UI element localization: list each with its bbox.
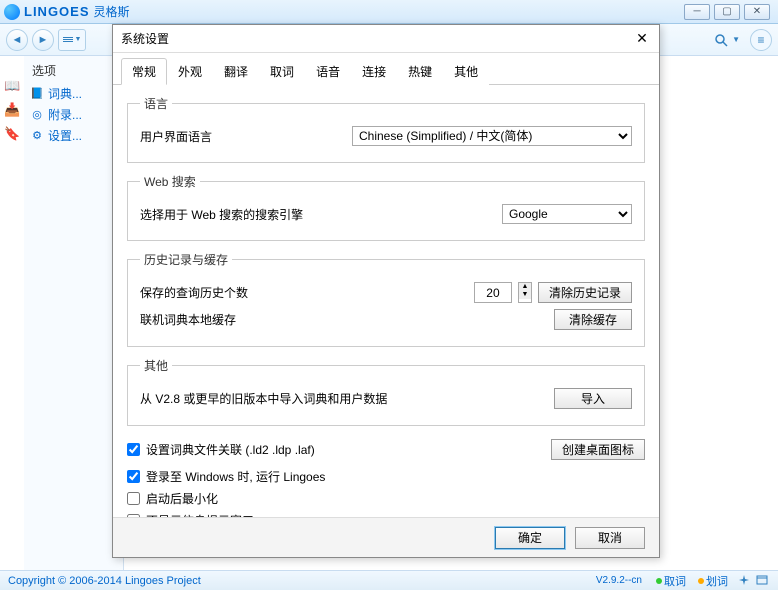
sidebar: 选项 📘 词典... ◎ 附录... ⚙ 设置... — [24, 56, 124, 570]
file-assoc-checkbox-row[interactable]: 设置词典文件关联 (.ld2 .ldp .laf) — [127, 441, 315, 458]
status-bar: Copyright © 2006-2014 Lingoes Project V2… — [0, 570, 778, 590]
status-quci[interactable]: 取词 — [656, 573, 686, 589]
cancel-button[interactable]: 取消 — [575, 527, 645, 549]
legend-other: 其他 — [140, 357, 172, 374]
copyright-text: Copyright © 2006-2014 Lingoes Project — [8, 575, 201, 587]
appendix-icon: ◎ — [30, 108, 44, 122]
sidebar-header: 选项 — [26, 60, 121, 83]
minimize-button[interactable]: ─ — [684, 4, 710, 20]
dialog-footer: 确定 取消 — [113, 517, 659, 557]
nav-forward-button[interactable]: ► — [32, 29, 54, 51]
tab-hotkey[interactable]: 热键 — [397, 58, 443, 85]
sidebar-item-label: 词典... — [48, 85, 82, 102]
spin-down-icon[interactable]: ▼ — [519, 291, 531, 299]
search-dropdown-icon[interactable]: ▼ — [732, 35, 740, 44]
ui-language-select[interactable]: Chinese (Simplified) / 中文(简体) — [352, 126, 632, 146]
clear-cache-button[interactable]: 清除缓存 — [554, 309, 632, 330]
history-count-label: 保存的查询历史个数 — [140, 284, 340, 301]
import-label: 从 V2.8 或更早的旧版本中导入词典和用户数据 — [140, 390, 440, 407]
legend-websearch: Web 搜索 — [140, 173, 200, 190]
sidebar-item-label: 附录... — [48, 106, 82, 123]
ui-language-label: 用户界面语言 — [140, 128, 340, 145]
autostart-label: 登录至 Windows 时, 运行 Lingoes — [146, 468, 325, 485]
ok-button[interactable]: 确定 — [495, 527, 565, 549]
view-mode-dropdown[interactable]: ▼ — [58, 29, 86, 51]
app-logo-icon — [4, 4, 20, 20]
title-bar: LINGOES 灵格斯 ─ ▢ ✕ — [0, 0, 778, 24]
sidebar-item-settings[interactable]: ⚙ 设置... — [26, 125, 121, 146]
tag-icon[interactable]: 🔖 — [4, 126, 20, 142]
app-brand: LINGOES — [24, 4, 90, 19]
status-huaci[interactable]: 划词 — [698, 573, 728, 589]
sidebar-item-appendix[interactable]: ◎ 附录... — [26, 104, 121, 125]
tab-general[interactable]: 常规 — [121, 58, 167, 85]
status-dot-yellow-icon — [698, 578, 704, 584]
gear-icon: ⚙ — [30, 129, 44, 143]
dialog-close-button[interactable]: ✕ — [633, 30, 651, 48]
close-window-button[interactable]: ✕ — [744, 4, 770, 20]
list-icon — [63, 37, 73, 42]
autostart-checkbox-row[interactable]: 登录至 Windows 时, 运行 Lingoes — [127, 468, 645, 485]
app-brand-cn: 灵格斯 — [94, 3, 130, 20]
history-count-spinner[interactable]: ▲▼ — [518, 282, 532, 303]
dialog-tabs: 常规 外观 翻译 取词 语音 连接 热键 其他 — [113, 53, 659, 85]
section-language: 语言 用户界面语言 Chinese (Simplified) / 中文(简体) — [127, 95, 645, 163]
status-pin-icon[interactable] — [738, 574, 752, 588]
maximize-button[interactable]: ▢ — [714, 4, 740, 20]
search-engine-select[interactable]: Google — [502, 204, 632, 224]
dialog-body: 语言 用户界面语言 Chinese (Simplified) / 中文(简体) … — [113, 85, 659, 517]
tab-translate[interactable]: 翻译 — [213, 58, 259, 85]
file-assoc-label: 设置词典文件关联 (.ld2 .ldp .laf) — [146, 441, 315, 458]
search-icon[interactable] — [712, 31, 730, 49]
spin-up-icon[interactable]: ▲ — [519, 283, 531, 291]
nav-back-button[interactable]: ◄ — [6, 29, 28, 51]
cache-label: 联机词典本地缓存 — [140, 311, 340, 328]
sidebar-item-dict[interactable]: 📘 词典... — [26, 83, 121, 104]
version-text: V2.9.2--cn — [596, 575, 642, 586]
legend-language: 语言 — [140, 95, 172, 112]
minimize-label: 启动后最小化 — [146, 490, 218, 507]
engine-label: 选择用于 Web 搜索的搜索引擎 — [140, 206, 400, 223]
tab-appearance[interactable]: 外观 — [167, 58, 213, 85]
section-other: 其他 从 V2.8 或更早的旧版本中导入词典和用户数据 导入 — [127, 357, 645, 426]
legend-history: 历史记录与缓存 — [140, 251, 232, 268]
sidebar-item-label: 设置... — [48, 127, 82, 144]
status-dot-green-icon — [656, 578, 662, 584]
tab-capture[interactable]: 取词 — [259, 58, 305, 85]
tab-other[interactable]: 其他 — [443, 58, 489, 85]
dialog-titlebar: 系统设置 ✕ — [113, 25, 659, 53]
section-history: 历史记录与缓存 保存的查询历史个数 ▲▼ 清除历史记录 联机词典本地缓存 清除缓… — [127, 251, 645, 347]
history-count-input[interactable] — [474, 282, 512, 303]
status-window-icon[interactable] — [756, 574, 770, 588]
book-icon[interactable]: 📖 — [4, 78, 20, 94]
dialog-title: 系统设置 — [121, 30, 169, 47]
dict-icon: 📘 — [30, 87, 44, 101]
inbox-icon[interactable]: 📥 — [4, 102, 20, 118]
minimize-checkbox-row[interactable]: 启动后最小化 — [127, 490, 645, 507]
tab-voice[interactable]: 语音 — [305, 58, 351, 85]
clear-history-button[interactable]: 清除历史记录 — [538, 282, 632, 303]
file-assoc-checkbox[interactable] — [127, 443, 140, 456]
settings-dialog: 系统设置 ✕ 常规 外观 翻译 取词 语音 连接 热键 其他 语言 用户界面语言… — [112, 24, 660, 558]
checkbox-group: 设置词典文件关联 (.ld2 .ldp .laf) 创建桌面图标 登录至 Win… — [127, 436, 645, 517]
import-button[interactable]: 导入 — [554, 388, 632, 409]
minimize-checkbox[interactable] — [127, 492, 140, 505]
autostart-checkbox[interactable] — [127, 470, 140, 483]
left-icon-column: 📖 📥 🔖 — [4, 78, 20, 142]
create-desktop-icon-button[interactable]: 创建桌面图标 — [551, 439, 645, 460]
toolbar-menu-button[interactable]: ≡ — [750, 29, 772, 51]
tab-connection[interactable]: 连接 — [351, 58, 397, 85]
section-websearch: Web 搜索 选择用于 Web 搜索的搜索引擎 Google — [127, 173, 645, 241]
